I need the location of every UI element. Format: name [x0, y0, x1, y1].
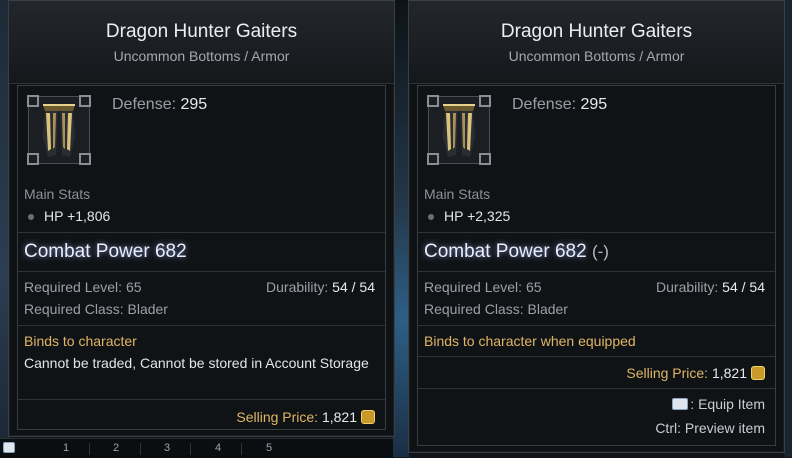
gold-coin-icon [361, 410, 375, 424]
divider [418, 388, 775, 389]
required-level-value: 65 [125, 279, 142, 295]
main-stats-label: Main Stats [24, 186, 91, 202]
bind-status: Binds to character [24, 333, 137, 349]
required-class: Required Class: Blader [424, 301, 568, 317]
equip-item-text: : Equip Item [690, 396, 765, 412]
background-gap [393, 0, 409, 457]
durability: Durability: 54 / 54 [266, 279, 375, 295]
hotbar-slot-5[interactable]: 5 [266, 442, 272, 454]
combat-power: Combat Power 682 [24, 241, 187, 262]
main-stat-value: HP +1,806 [44, 208, 111, 224]
selling-price-label: Selling Price: [236, 409, 319, 425]
selling-price-label: Selling Price: [626, 365, 709, 381]
durability-value: 54 / 54 [332, 279, 375, 295]
required-class-value: Blader [127, 301, 168, 317]
defense-label: Defense: [512, 96, 577, 113]
required-level-label: Required Level: [424, 279, 523, 295]
item-tooltip-inventory: Dragon Hunter Gaiters Uncommon Bottoms /… [8, 0, 395, 437]
defense-value: 295 [580, 96, 608, 113]
main-stats-label: Main Stats [424, 186, 491, 202]
required-level-label: Required Level: [24, 279, 123, 295]
tooltip-header: Dragon Hunter Gaiters Uncommon Bottoms /… [409, 1, 784, 84]
divider [418, 356, 775, 357]
item-icon-frame [427, 95, 491, 165]
combat-power-value: Combat Power 682 [424, 241, 587, 262]
required-class-label: Required Class: [24, 301, 124, 317]
defense-stat: Defense: 295 [512, 96, 607, 114]
hotbar-slot-4[interactable]: 4 [215, 442, 221, 454]
divider [18, 232, 385, 233]
preview-item-hint: Ctrl: Preview item [655, 420, 765, 436]
divider [18, 325, 385, 326]
gold-coin-icon [751, 366, 765, 380]
hotbar-slot-3[interactable]: 3 [164, 442, 170, 454]
hotbar: 1 2 3 4 5 [0, 438, 393, 458]
required-class-value: Blader [527, 301, 568, 317]
required-level-value: 65 [525, 279, 542, 295]
item-tooltip-equipped: Dragon Hunter Gaiters Uncommon Bottoms /… [408, 0, 785, 453]
tooltip-header: Dragon Hunter Gaiters Uncommon Bottoms /… [9, 1, 394, 84]
item-title: Dragon Hunter Gaiters [500, 21, 693, 42]
item-icon-frame [27, 95, 91, 165]
defense-stat: Defense: 295 [112, 96, 207, 114]
main-stat-line: HP +2,325 [424, 208, 510, 224]
required-class-label: Required Class: [424, 301, 524, 317]
hotbar-icon [3, 442, 15, 453]
selling-price: Selling Price: 1,821 [236, 409, 375, 425]
bullet-icon [428, 213, 434, 220]
durability-label: Durability: [656, 279, 719, 295]
item-subtitle: Uncommon Bottoms / Armor [113, 48, 290, 64]
tooltip-body: Defense: 295 Main Stats HP +2,325 Combat… [417, 85, 776, 446]
item-title: Dragon Hunter Gaiters [105, 21, 298, 42]
hotbar-slot-1[interactable]: 1 [63, 442, 69, 454]
durability: Durability: 54 / 54 [656, 279, 765, 295]
required-level: Required Level: 65 [424, 279, 542, 295]
hotbar-slot-2[interactable]: 2 [113, 442, 119, 454]
combat-power-diff: (-) [591, 242, 609, 261]
equip-item-hint: : Equip Item [672, 396, 765, 412]
item-subtitle: Uncommon Bottoms / Armor [508, 48, 685, 64]
selling-price-value: 1,821 [321, 409, 357, 425]
selling-price: Selling Price: 1,821 [626, 365, 765, 381]
main-stat-value: HP +2,325 [444, 208, 511, 224]
trade-restriction-note: Cannot be traded, Cannot be stored in Ac… [24, 355, 369, 371]
divider [18, 271, 385, 272]
mouse-click-icon [672, 398, 689, 410]
divider [418, 325, 775, 326]
durability-label: Durability: [266, 279, 329, 295]
background-edge-right [784, 0, 792, 457]
bind-status: Binds to character when equipped [424, 333, 636, 349]
required-class: Required Class: Blader [24, 301, 168, 317]
main-stat-line: HP +1,806 [24, 208, 110, 224]
durability-value: 54 / 54 [722, 279, 765, 295]
selling-price-value: 1,821 [711, 365, 747, 381]
combat-power: Combat Power 682 (-) [424, 241, 609, 263]
defense-value: 295 [180, 96, 208, 113]
defense-label: Defense: [112, 96, 177, 113]
divider [18, 399, 385, 400]
required-level: Required Level: 65 [24, 279, 142, 295]
tooltip-body: Defense: 295 Main Stats HP +1,806 Combat… [17, 85, 386, 430]
divider [418, 232, 775, 233]
bullet-icon [28, 213, 34, 220]
divider [418, 271, 775, 272]
